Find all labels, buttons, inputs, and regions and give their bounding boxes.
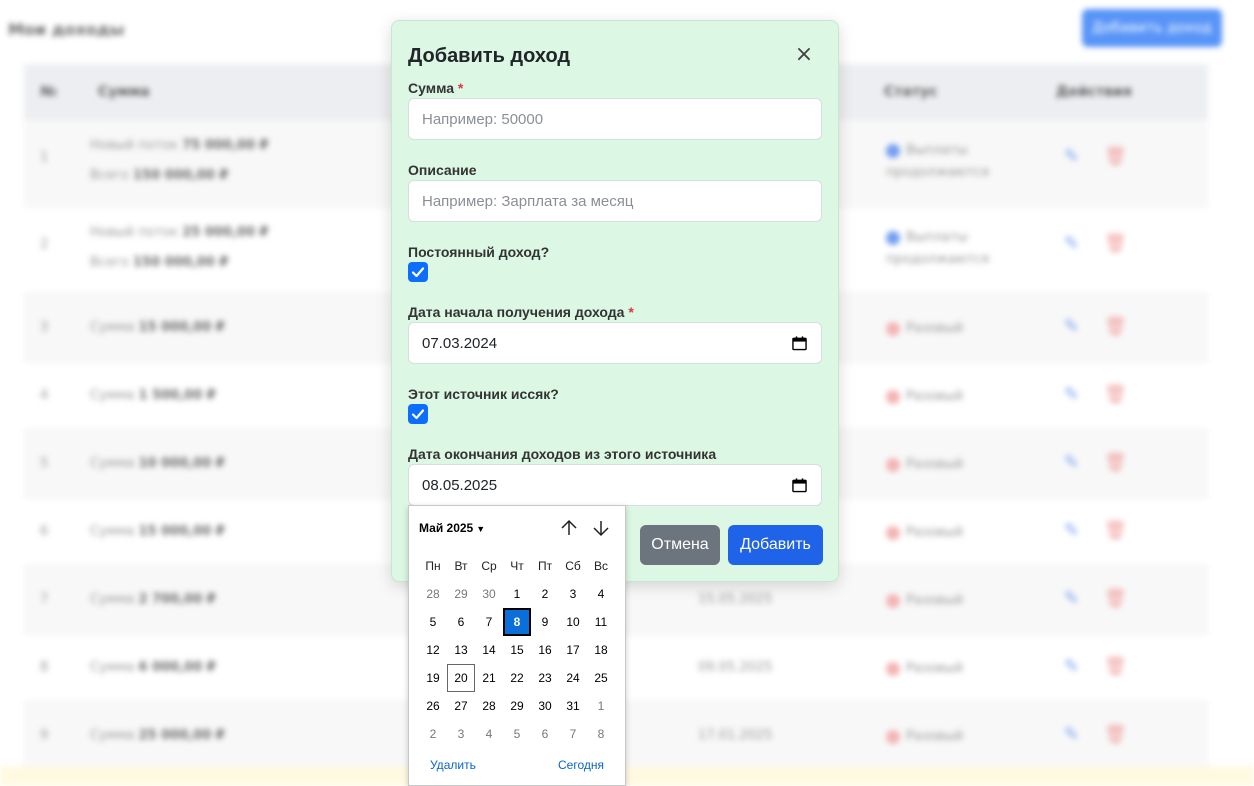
calendar-day[interactable]: 8	[587, 720, 615, 748]
start-date-label-text: Дата начала получения дохода	[408, 304, 625, 320]
calendar-day[interactable]: 23	[531, 664, 559, 692]
calendar-icon[interactable]	[792, 477, 807, 493]
calendar-day[interactable]: 15	[503, 636, 531, 664]
calendar-day[interactable]: 31	[559, 692, 587, 720]
weekday-header: Вт	[454, 559, 468, 573]
calendar-day[interactable]: 7	[559, 720, 587, 748]
calendar-day[interactable]: 13	[447, 636, 475, 664]
calendar-day[interactable]: 5	[503, 720, 531, 748]
date-picker-popup: Май 2025 ▼ Пн Вт Ср Чт Пт Сб Вс 28 29 30 1 2 3 4 5 6 7 8 9 1…	[408, 505, 626, 786]
end-date-label: Дата окончания доходов из этого источник…	[408, 446, 717, 462]
calendar-day[interactable]: 22	[503, 664, 531, 692]
add-income-modal: Добавить доход × Сумма * Например: 50000…	[391, 20, 839, 582]
calendar-day[interactable]: 12	[419, 636, 447, 664]
amount-input[interactable]: Например: 50000	[408, 98, 822, 140]
weekday-header: Чт	[510, 559, 524, 573]
calendar-day[interactable]: 20	[447, 664, 475, 692]
end-date-value: 08.05.2025	[422, 476, 498, 494]
calendar-day[interactable]: 3	[559, 580, 587, 608]
calendar-day[interactable]: 18	[587, 636, 615, 664]
start-date-input[interactable]: 07.03.2024	[408, 322, 822, 364]
calendar-day[interactable]: 6	[447, 608, 475, 636]
arrow-up-icon[interactable]	[560, 519, 578, 537]
cancel-button[interactable]: Отмена	[640, 525, 720, 565]
calendar-day[interactable]: 10	[559, 608, 587, 636]
calendar-day[interactable]: 11	[587, 608, 615, 636]
month-selector[interactable]: Май 2025 ▼	[419, 521, 485, 535]
calendar-day[interactable]: 29	[447, 580, 475, 608]
amount-label-text: Сумма	[408, 80, 455, 96]
calendar-day[interactable]: 2	[531, 580, 559, 608]
start-date-value: 07.03.2024	[422, 334, 498, 352]
required-marker: *	[457, 80, 464, 96]
checkmark-icon	[411, 409, 425, 420]
weekday-header: Ср	[481, 559, 497, 573]
weekday-header: Сб	[565, 559, 581, 573]
amount-label: Сумма *	[408, 80, 463, 96]
calendar-day[interactable]: 29	[503, 692, 531, 720]
calendar-day[interactable]: 30	[475, 580, 503, 608]
ended-checkbox[interactable]	[408, 404, 428, 424]
modal-title: Добавить доход	[408, 45, 571, 67]
calendar-day[interactable]: 9	[531, 608, 559, 636]
weekday-header: Пт	[537, 559, 553, 573]
calendar-day[interactable]: 28	[475, 692, 503, 720]
calendar-day[interactable]: 21	[475, 664, 503, 692]
weekday-header: Пн	[425, 559, 441, 573]
calendar-day[interactable]: 1	[503, 580, 531, 608]
calendar-day[interactable]: 5	[419, 608, 447, 636]
start-date-label: Дата начала получения дохода *	[408, 304, 634, 320]
permanent-checkbox[interactable]	[408, 262, 428, 282]
calendar-day[interactable]: 3	[447, 720, 475, 748]
calendar-day-selected[interactable]: 8	[503, 608, 531, 636]
calendar-day[interactable]: 7	[475, 608, 503, 636]
checkmark-icon	[411, 267, 425, 278]
permanent-label: Постоянный доход?	[408, 244, 550, 260]
arrow-down-icon[interactable]	[592, 519, 610, 537]
calendar-day[interactable]: 4	[475, 720, 503, 748]
calendar-day[interactable]: 6	[531, 720, 559, 748]
calendar-day[interactable]: 1	[587, 692, 615, 720]
description-label: Описание	[408, 162, 477, 178]
calendar-day[interactable]: 17	[559, 636, 587, 664]
calendar-day[interactable]: 30	[531, 692, 559, 720]
clear-date-link[interactable]: Удалить	[430, 758, 476, 772]
calendar-day[interactable]: 24	[559, 664, 587, 692]
calendar-day[interactable]: 19	[419, 664, 447, 692]
end-date-input[interactable]: 08.05.2025	[408, 464, 822, 506]
calendar-day[interactable]: 16	[531, 636, 559, 664]
calendar-day[interactable]: 25	[587, 664, 615, 692]
close-icon[interactable]: ×	[794, 44, 814, 66]
calendar-day[interactable]: 28	[419, 580, 447, 608]
today-link[interactable]: Сегодня	[558, 758, 604, 772]
caret-down-icon: ▼	[476, 524, 486, 534]
calendar-day[interactable]: 2	[419, 720, 447, 748]
calendar-day[interactable]: 26	[419, 692, 447, 720]
required-marker: *	[628, 304, 634, 320]
calendar-day[interactable]: 4	[587, 580, 615, 608]
calendar-day[interactable]: 27	[447, 692, 475, 720]
ended-label: Этот источник иссяк?	[408, 386, 559, 402]
weekday-header: Вс	[593, 559, 608, 573]
month-label: Май 2025	[419, 521, 474, 535]
submit-button[interactable]: Добавить	[728, 525, 823, 565]
calendar-day[interactable]: 14	[475, 636, 503, 664]
calendar-icon[interactable]	[792, 335, 807, 351]
description-input[interactable]: Например: Зарплата за месяц	[408, 180, 822, 222]
